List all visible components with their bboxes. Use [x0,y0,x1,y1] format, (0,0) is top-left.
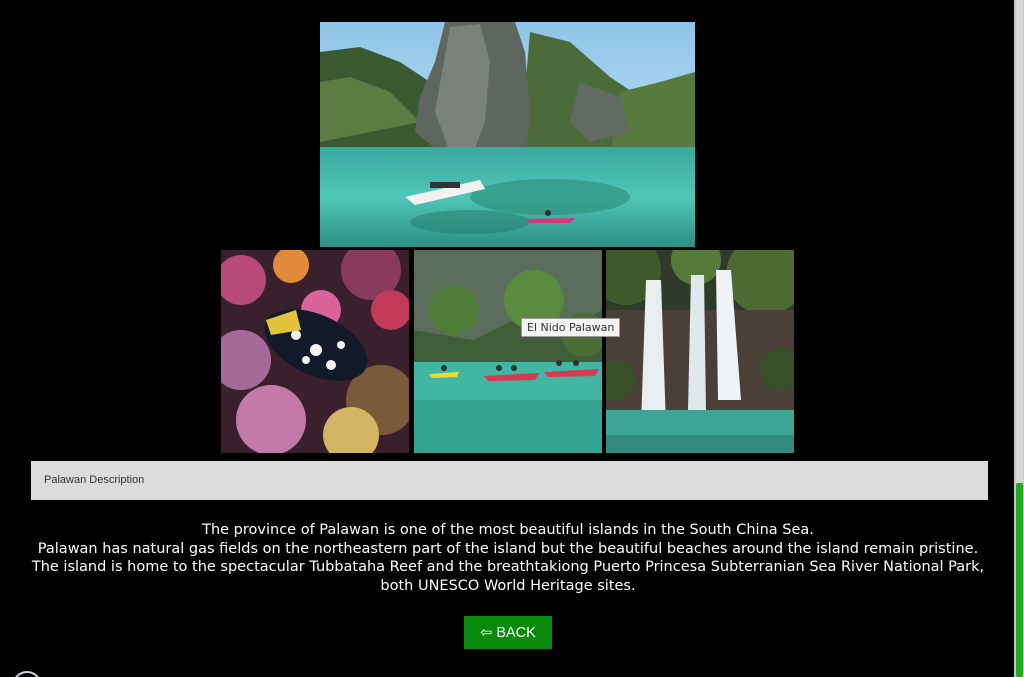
waterfall-icon [606,250,794,453]
description-line: both UNESCO World Heritage sites. [380,577,636,594]
description-text: The province of Palawan is one of the mo… [10,521,1006,595]
lagoon-main-photo[interactable] [320,22,695,247]
vertical-scrollbar[interactable] [1014,0,1024,677]
scrollbar-thumb[interactable] [1016,483,1023,677]
description-line: Palawan has natural gas fields on the no… [37,540,979,557]
back-button[interactable]: ⇦ BACK [464,616,552,649]
coral-reef-triggerfish-icon [221,250,409,453]
photo-tooltip: El Nido Palawan [521,318,621,337]
page: El Nido Palawan Palawan Description The … [0,0,1024,677]
waterfall-photo[interactable] [606,250,794,453]
description-line: The province of Palawan is one of the mo… [202,522,814,538]
description-line: The island is home to the spectacular Tu… [31,559,985,575]
el-nido-kayaks-icon [414,250,602,453]
scrollbar-track[interactable] [1016,0,1023,483]
el-nido-kayak-photo[interactable] [414,250,602,453]
chat-bubble-icon[interactable] [12,671,42,677]
coral-reef-photo[interactable] [221,250,409,453]
lagoon-photo-icon [320,22,695,247]
description-header-label: Palawan Description [44,474,145,486]
description-header-bar[interactable]: Palawan Description [31,461,988,500]
